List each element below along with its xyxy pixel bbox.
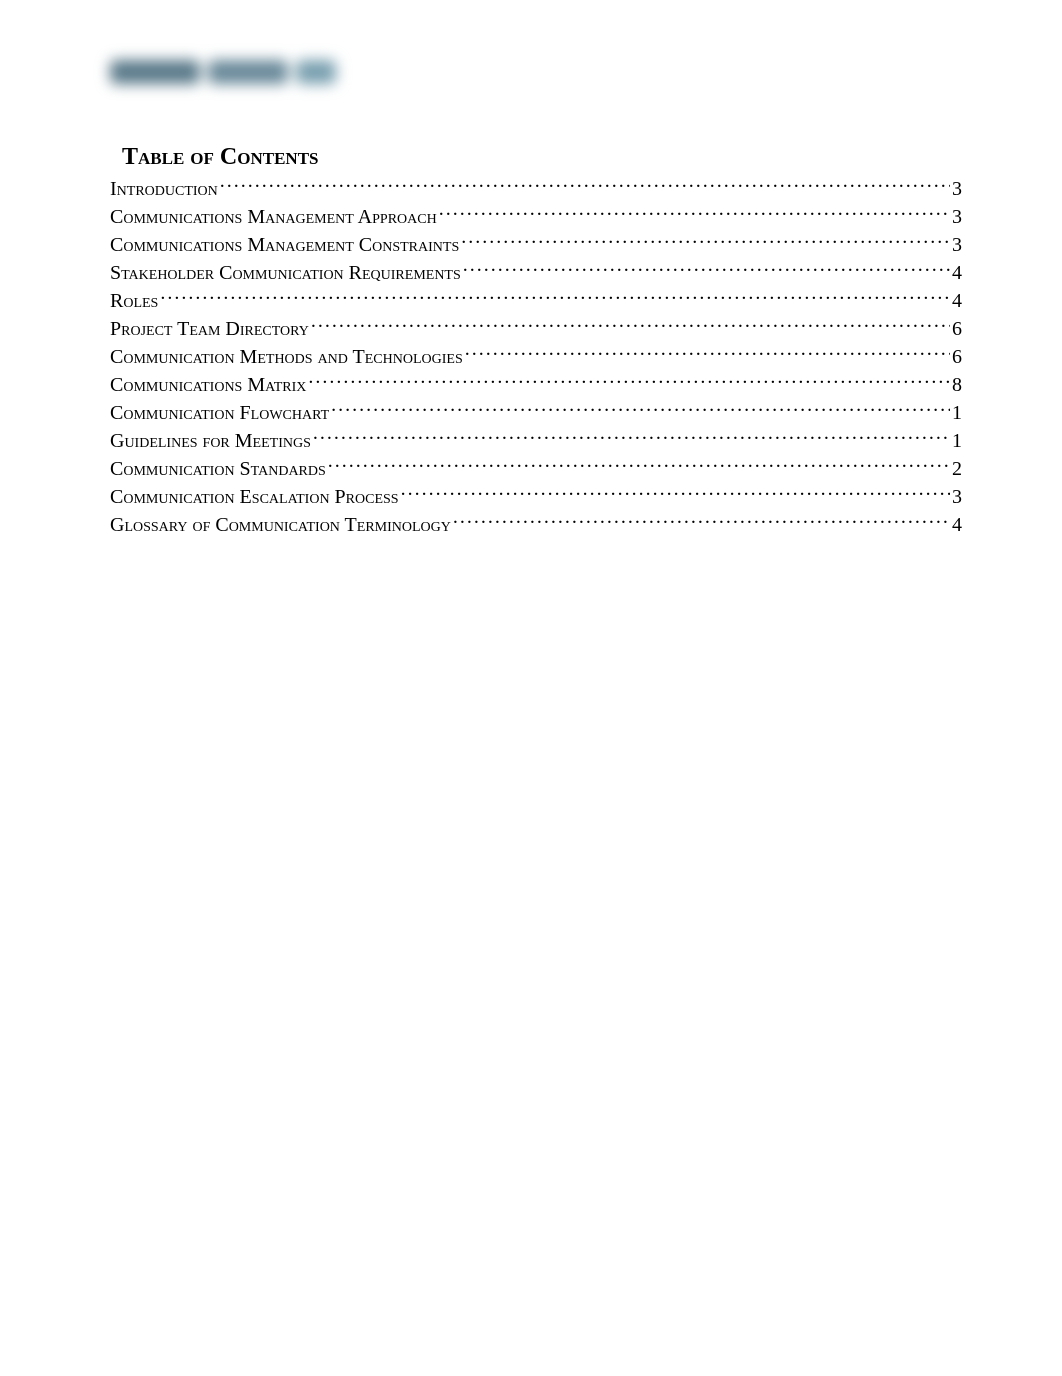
toc-leader-dots <box>461 231 950 251</box>
logo-part <box>110 60 200 84</box>
toc-entry-page: 4 <box>952 512 962 539</box>
toc-entry-page: 3 <box>952 232 962 259</box>
toc-entry: Introduction 3 <box>110 175 962 203</box>
toc-entry-page: 3 <box>952 176 962 203</box>
toc-leader-dots <box>331 399 950 419</box>
toc-leader-dots <box>439 203 950 223</box>
toc-entry-label: Communications Management Constraints <box>110 232 459 259</box>
toc-leader-dots <box>401 483 950 503</box>
toc-entry-label: Guidelines for Meetings <box>110 428 311 455</box>
toc-entry: Guidelines for Meetings 1 <box>110 427 962 455</box>
toc-entry-label: Stakeholder Communication Requirements <box>110 260 461 287</box>
toc-entry-label: Communication Standards <box>110 456 326 483</box>
toc-leader-dots <box>313 427 950 447</box>
logo-part <box>208 60 288 84</box>
toc-entry: Roles 4 <box>110 287 962 315</box>
toc-leader-dots <box>311 315 950 335</box>
document-page: Table of Contents Introduction 3 Communi… <box>0 0 1062 589</box>
toc-entry-page: 2 <box>952 456 962 483</box>
toc-entry-page: 6 <box>952 344 962 371</box>
toc-entry-page: 1 <box>952 400 962 427</box>
header-logo-blurred <box>110 50 340 94</box>
toc-leader-dots <box>160 287 950 307</box>
toc-entry: Communications Management Constraints 3 <box>110 231 962 259</box>
toc-entry-label: Communications Management Approach <box>110 204 437 231</box>
toc-entry-label: Communication Methods and Technologies <box>110 344 463 371</box>
toc-entry-label: Communication Flowchart <box>110 400 329 427</box>
toc-entry-page: 4 <box>952 260 962 287</box>
toc-entry: Stakeholder Communication Requirements 4 <box>110 259 962 287</box>
toc-title: Table of Contents <box>122 144 962 171</box>
toc-leader-dots <box>328 455 950 475</box>
toc-entry-label: Roles <box>110 288 158 315</box>
toc-entry: Communications Management Approach 3 <box>110 203 962 231</box>
toc-entry: Communication Escalation Process 3 <box>110 483 962 511</box>
toc-entry-page: 3 <box>952 204 962 231</box>
toc-entry-label: Introduction <box>110 176 218 203</box>
toc-entry: Communications Matrix 8 <box>110 371 962 399</box>
toc-entry: Communication Standards 2 <box>110 455 962 483</box>
toc-entry-page: 4 <box>952 288 962 315</box>
toc-entry-page: 8 <box>952 372 962 399</box>
toc-entry-label: Project Team Directory <box>110 316 309 343</box>
toc-entry-page: 3 <box>952 484 962 511</box>
toc-entry-page: 1 <box>952 428 962 455</box>
toc-entry-label: Communications Matrix <box>110 372 306 399</box>
toc-leader-dots <box>463 259 950 279</box>
logo-part <box>296 60 336 84</box>
toc-leader-dots <box>453 511 950 531</box>
toc-leader-dots <box>465 343 950 363</box>
toc-entry: Project Team Directory 6 <box>110 315 962 343</box>
toc-entry: Communication Methods and Technologies 6 <box>110 343 962 371</box>
toc-leader-dots <box>308 371 950 391</box>
toc-leader-dots <box>220 175 950 195</box>
toc-entry: Communication Flowchart 1 <box>110 399 962 427</box>
toc-entry-label: Communication Escalation Process <box>110 484 399 511</box>
toc-entry-label: Glossary of Communication Terminology <box>110 512 451 539</box>
toc-entry: Glossary of Communication Terminology 4 <box>110 511 962 539</box>
toc-entry-page: 6 <box>952 316 962 343</box>
table-of-contents: Table of Contents Introduction 3 Communi… <box>110 144 962 539</box>
